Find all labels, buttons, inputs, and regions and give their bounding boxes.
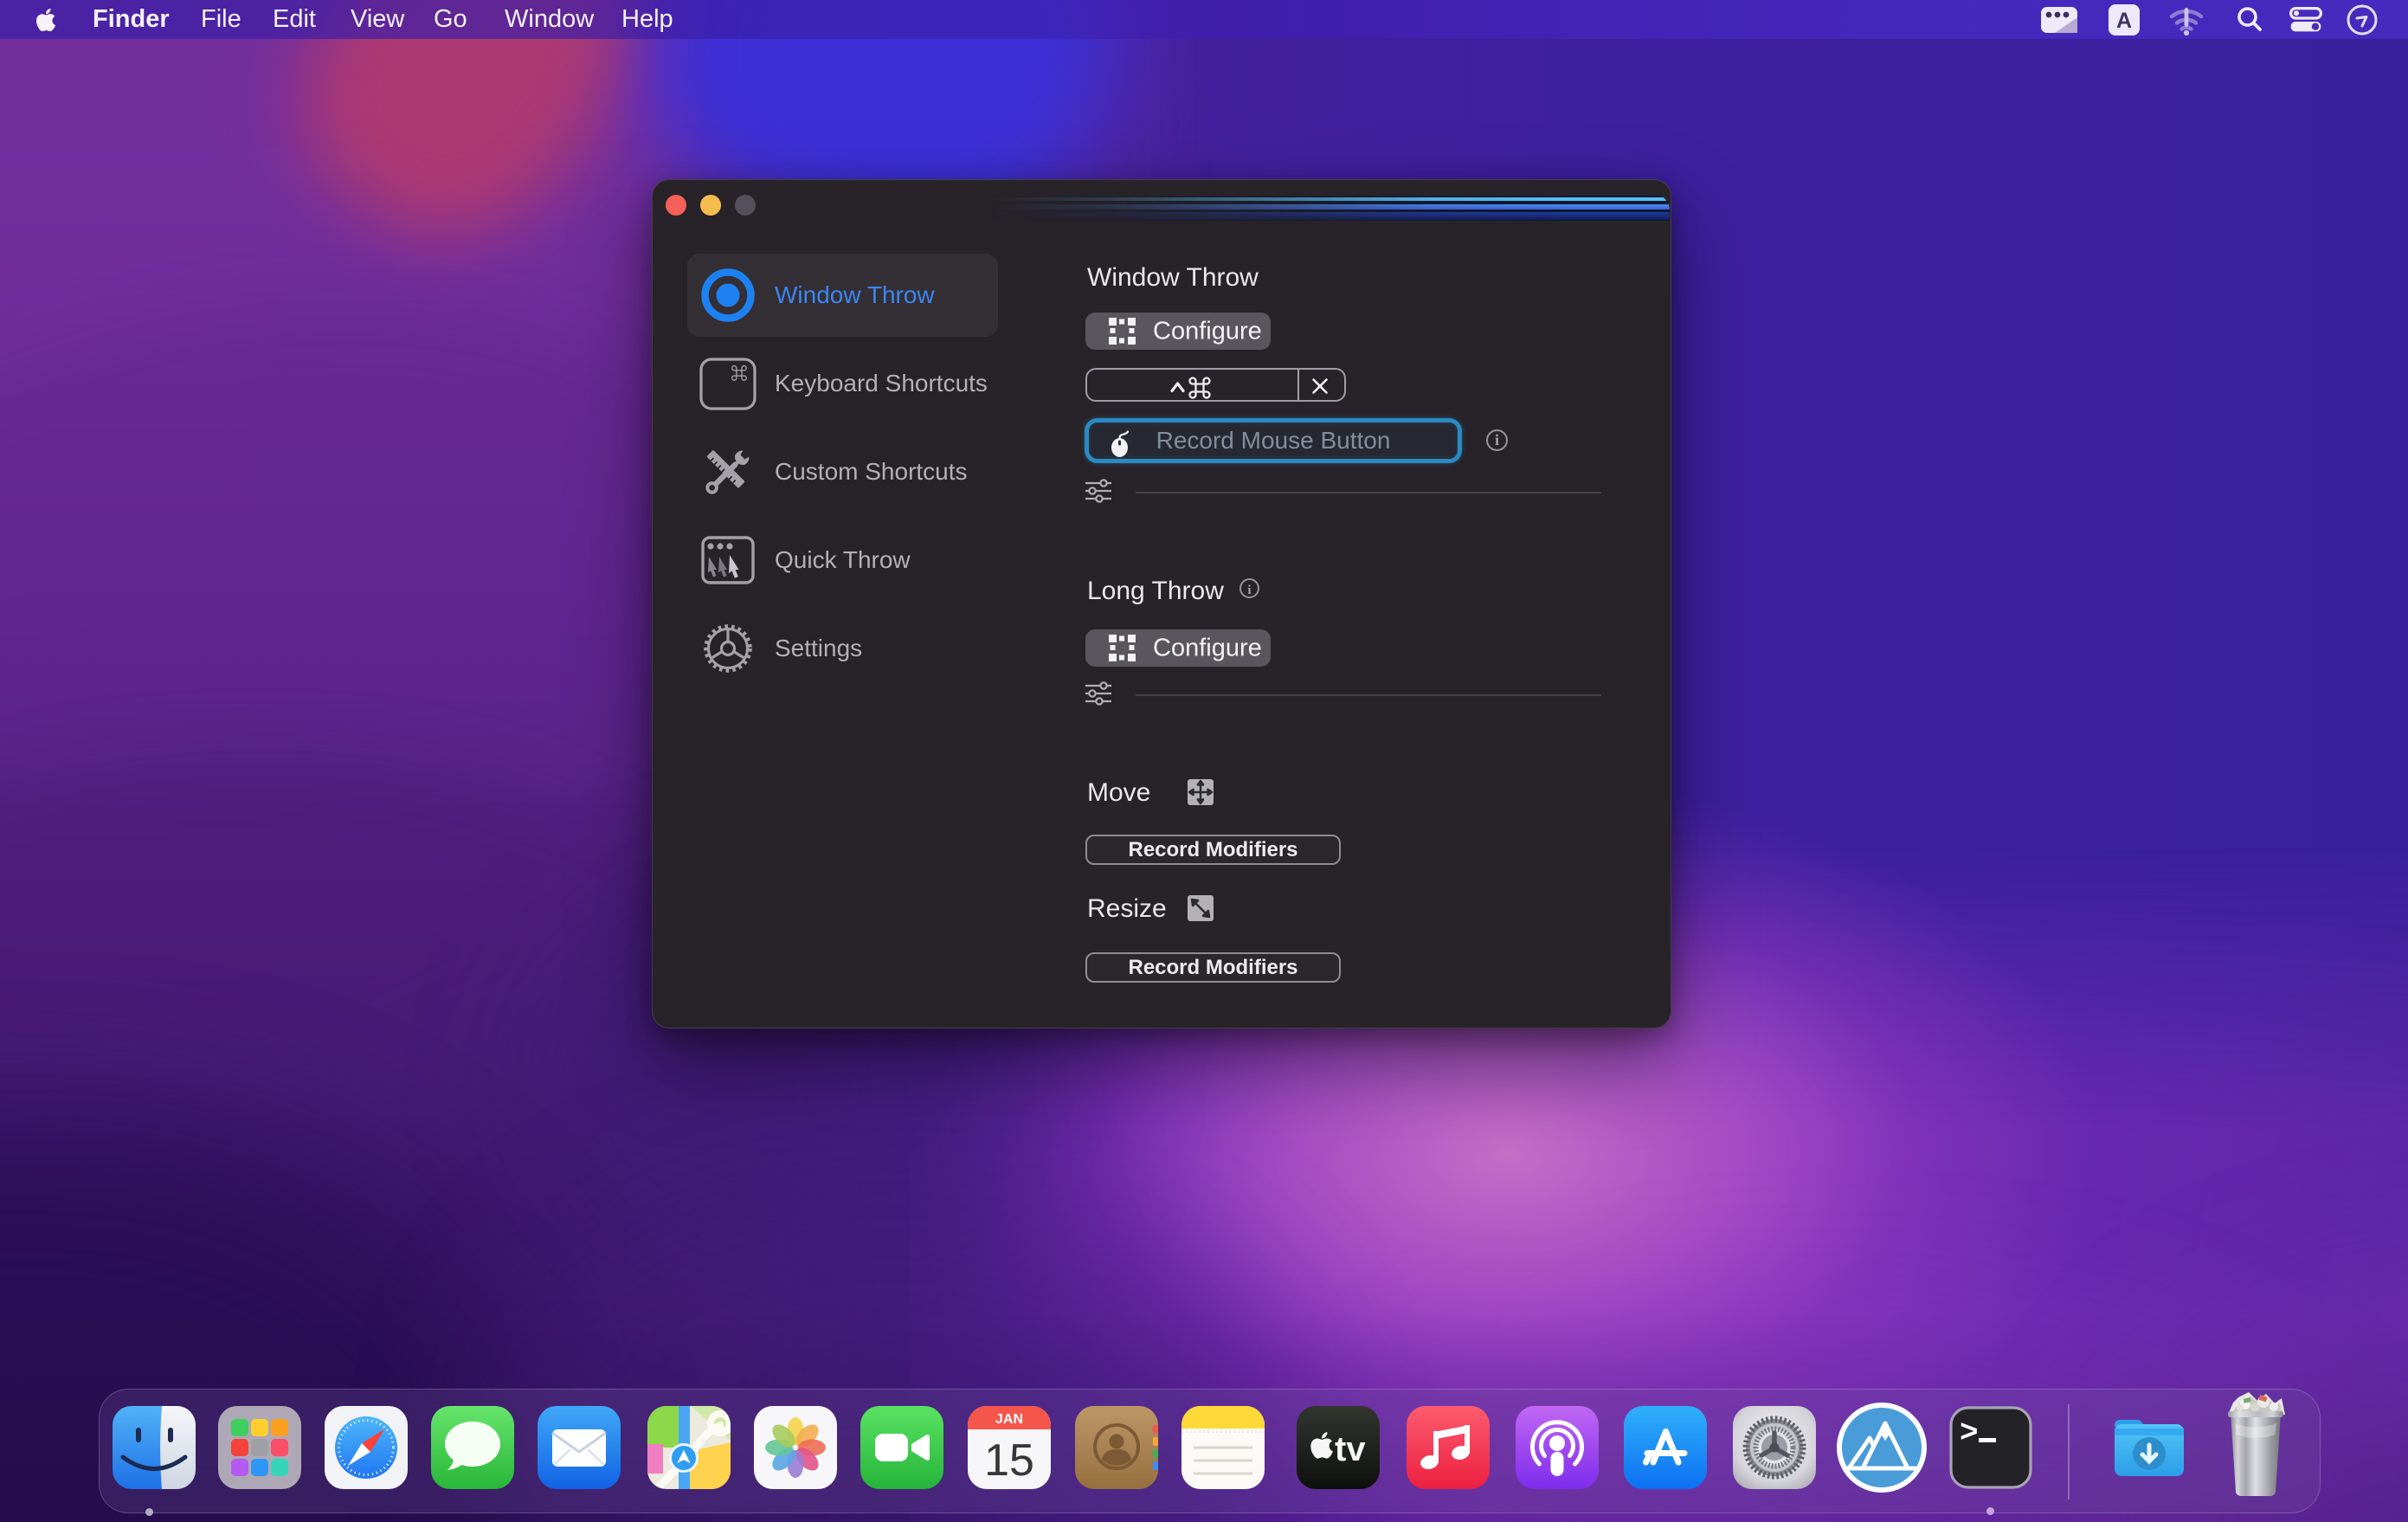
svg-text:>: > — [1960, 1416, 1979, 1451]
svg-text:A: A — [2116, 9, 2132, 33]
svg-text:15: 15 — [984, 1435, 1034, 1486]
svg-text:tv: tv — [1335, 1430, 1366, 1468]
svg-text:JAN: JAN — [995, 1412, 1023, 1427]
